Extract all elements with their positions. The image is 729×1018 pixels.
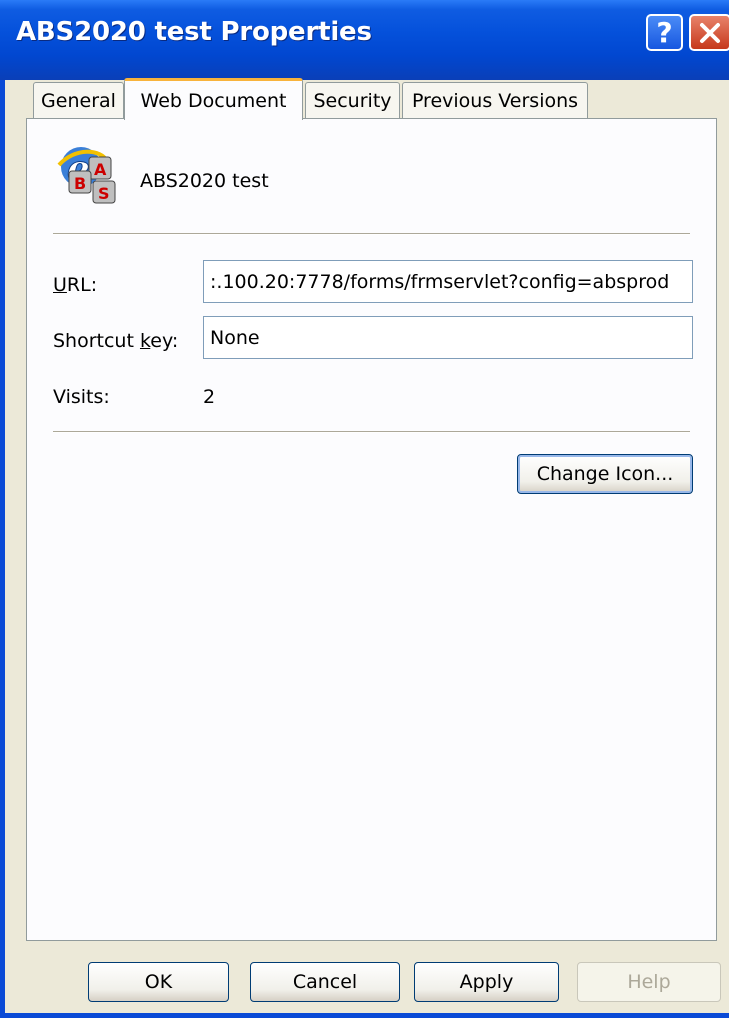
shortcut-key-field[interactable]: None (203, 316, 693, 359)
visits-value: 2 (203, 386, 216, 408)
svg-text:S: S (98, 184, 110, 203)
ok-button[interactable]: OK (88, 962, 229, 1002)
close-button[interactable] (689, 14, 729, 51)
cancel-button[interactable]: Cancel (250, 962, 400, 1002)
visits-label: Visits: (53, 386, 110, 408)
tab-previous-versions[interactable]: Previous Versions (402, 82, 588, 118)
url-label: URL: (53, 274, 98, 296)
change-icon-label: Change Icon... (536, 463, 674, 485)
tab-web-document-label: Web Document (140, 89, 287, 112)
help-title-button[interactable]: ? (646, 14, 683, 51)
shortcut-key-value: None (210, 327, 260, 349)
close-icon (700, 22, 720, 43)
window-border-left (0, 80, 5, 1018)
url-label-text: RL: (66, 274, 98, 296)
tab-security-label: Security (313, 89, 392, 112)
tab-security[interactable]: Security (305, 82, 400, 118)
tab-general[interactable]: General (33, 82, 124, 118)
title-bar[interactable]: ABS2020 test Properties ? (0, 0, 729, 80)
change-icon-button[interactable]: Change Icon... (517, 454, 693, 494)
help-button[interactable]: Help (577, 962, 721, 1002)
ok-label: OK (144, 971, 173, 993)
internet-shortcut-icon: e A B S (57, 147, 116, 204)
separator-top (53, 233, 690, 235)
shortcut-name: ABS2020 test (140, 170, 269, 192)
svg-text:A: A (94, 160, 107, 179)
window-border-bottom (0, 1013, 729, 1018)
separator-bottom (53, 431, 690, 433)
tab-previous-versions-label: Previous Versions (411, 89, 579, 112)
svg-text:B: B (74, 174, 86, 193)
tab-web-document[interactable]: Web Document (124, 78, 303, 120)
cancel-label: Cancel (292, 971, 358, 993)
url-field-value: :.100.20:7778/forms/frmservlet?config=ab… (210, 270, 670, 293)
url-field[interactable]: :.100.20:7778/forms/frmservlet?config=ab… (203, 260, 693, 303)
apply-button[interactable]: Apply (414, 962, 559, 1002)
window-title: ABS2020 test Properties (16, 17, 372, 47)
shortcut-key-label: Shortcut key: (53, 330, 179, 352)
tab-general-label: General (41, 89, 116, 112)
question-mark-icon: ? (656, 16, 673, 49)
help-label: Help (627, 971, 671, 993)
properties-dialog: ABS2020 test Properties ? General Web Do… (0, 0, 729, 1018)
tab-panel: e A B S ABS2020 test URL: :.100.20:7778/… (26, 118, 717, 941)
apply-label: Apply (459, 971, 514, 993)
